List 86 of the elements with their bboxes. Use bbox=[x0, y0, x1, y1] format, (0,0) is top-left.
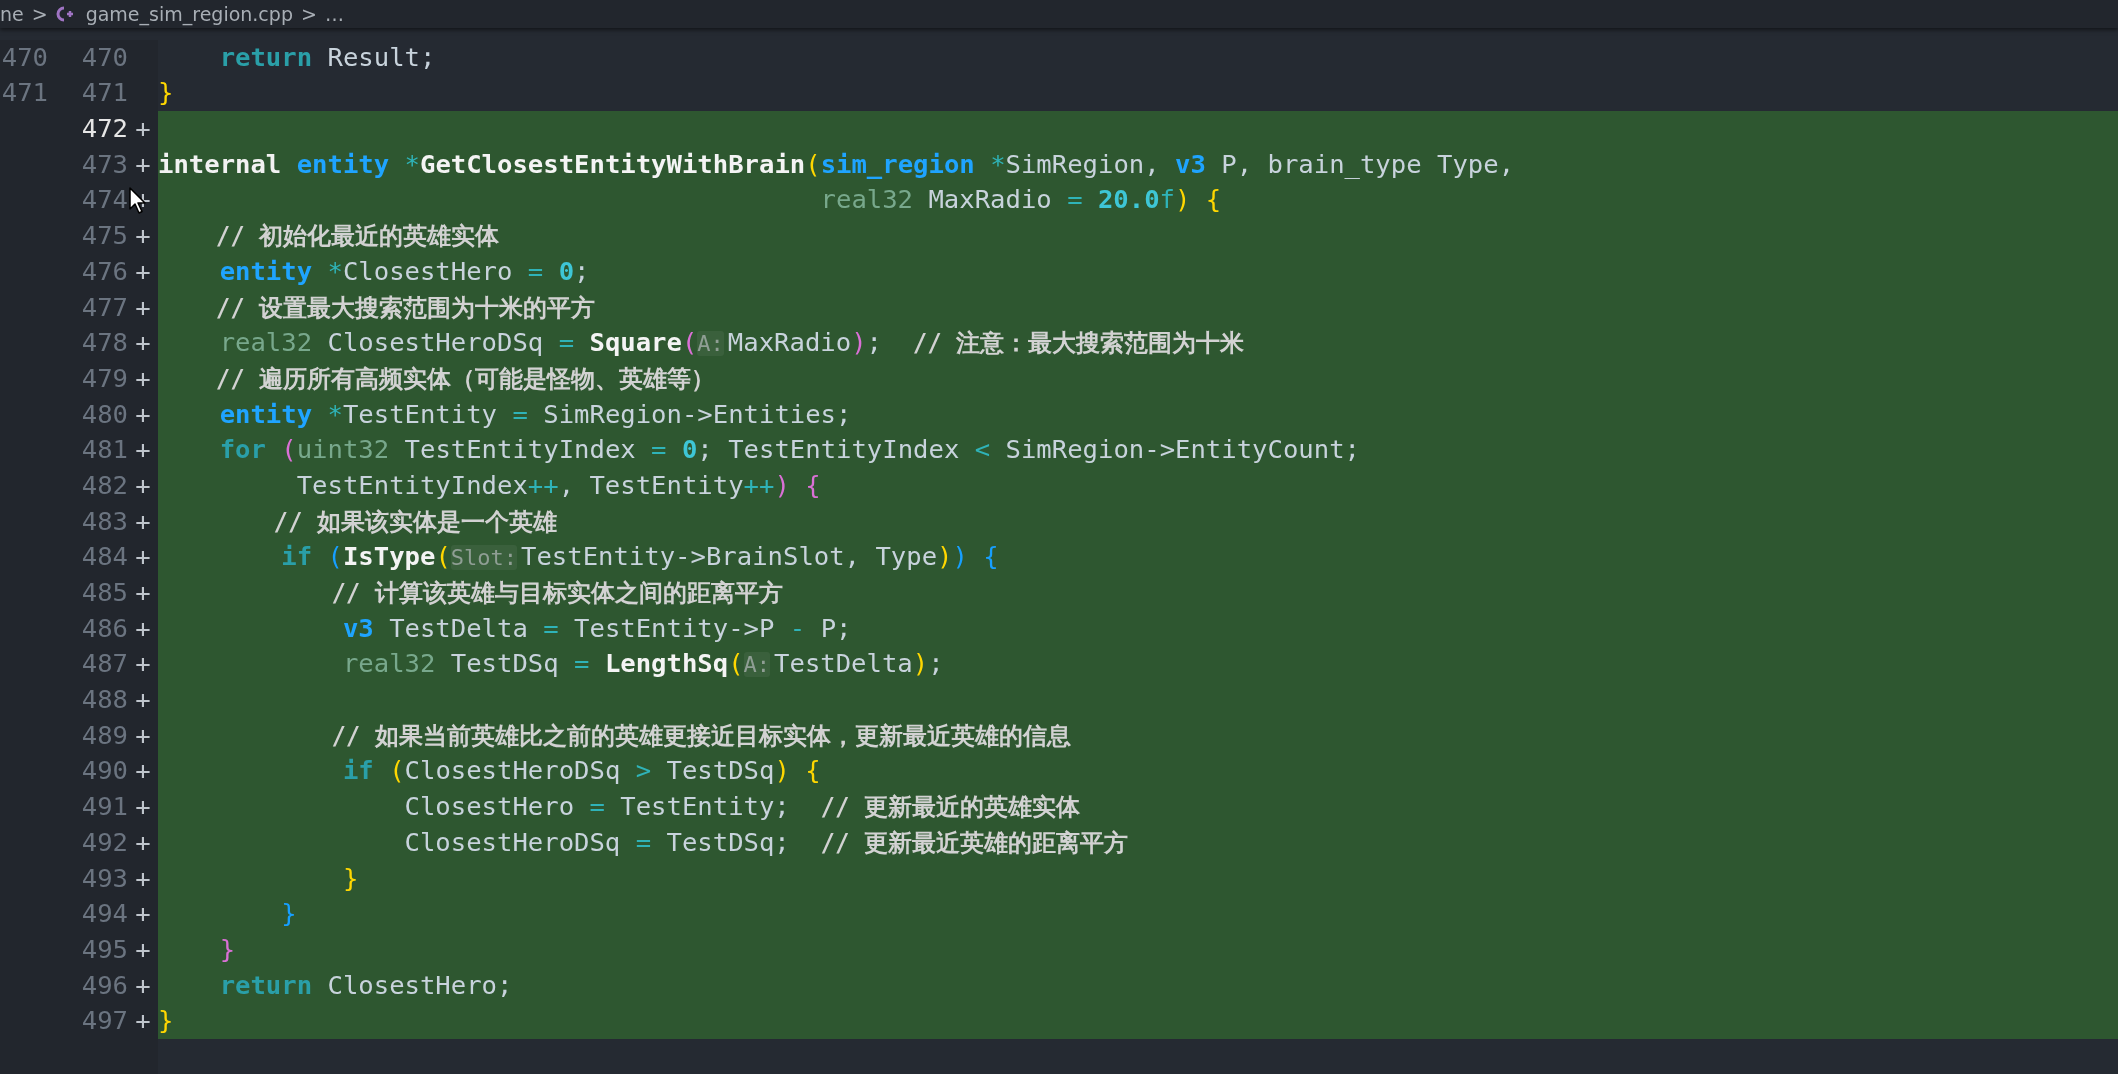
code-line: real32 ClosestHeroDSq = Square(A:MaxRadio); // 注意：最大搜索范围为十米 bbox=[218, 326, 1245, 360]
code-line: } bbox=[158, 1004, 174, 1038]
added-marker: + bbox=[135, 468, 151, 502]
added-marker: + bbox=[135, 290, 151, 324]
added-marker: + bbox=[135, 576, 151, 609]
added-marker: + bbox=[135, 361, 151, 395]
line-number: 479 bbox=[81, 361, 128, 395]
added-marker: + bbox=[135, 504, 151, 538]
added-marker: + bbox=[135, 611, 151, 645]
line-number: 497 bbox=[81, 1004, 128, 1038]
added-marker: + bbox=[135, 433, 151, 467]
breadcrumb-separator: > bbox=[300, 2, 317, 26]
code-line: if (IsType(Slot:TestEntity->BrainSlot, Type)) { bbox=[280, 540, 999, 574]
line-number: 484 bbox=[81, 540, 128, 574]
line-number: 470 bbox=[1, 40, 48, 74]
line-number: 495 bbox=[81, 932, 128, 966]
added-marker: + bbox=[135, 540, 151, 574]
code-line: if (ClosestHeroDSq > TestDSq) { bbox=[341, 754, 821, 788]
line-number: 492 bbox=[81, 825, 128, 859]
added-marker: + bbox=[135, 1004, 151, 1038]
added-marker: + bbox=[135, 147, 151, 181]
code-line: internal entity *GetClosestEntityWithBrain(sim_region *SimRegion, v3 P, brain_type Type, bbox=[158, 147, 1515, 181]
added-marker: + bbox=[135, 754, 151, 788]
code-line: ClosestHeroDSq = TestDSq; // 更新最近英雄的距离平方 bbox=[403, 825, 1128, 859]
code-line: ClosestHero = TestEntity; // 更新最近的英雄实体 bbox=[403, 790, 1080, 824]
code-line: } bbox=[280, 897, 297, 931]
code-line: real32 TestDSq = LengthSq(A:TestDelta); bbox=[341, 647, 944, 681]
line-number: 490 bbox=[81, 754, 128, 788]
line-number: 487 bbox=[81, 647, 128, 681]
line-number: 491 bbox=[81, 790, 128, 824]
line-number: 486 bbox=[81, 611, 128, 645]
line-number: 485 bbox=[81, 576, 128, 609]
added-marker: + bbox=[135, 326, 151, 360]
line-number: 496 bbox=[81, 968, 128, 1002]
line-number: 475 bbox=[81, 219, 128, 253]
added-marker: + bbox=[135, 254, 151, 288]
line-number: 480 bbox=[81, 397, 128, 431]
breadcrumb-item[interactable]: … bbox=[324, 2, 344, 26]
added-marker: + bbox=[135, 861, 151, 895]
code-line: } bbox=[158, 76, 174, 110]
code-line: } bbox=[218, 932, 236, 966]
code-line: entity *ClosestHero = 0; bbox=[218, 254, 590, 288]
line-number: 470 bbox=[81, 40, 128, 74]
added-marker: + bbox=[135, 219, 151, 253]
added-marker: + bbox=[135, 397, 151, 431]
added-marker: + bbox=[135, 825, 151, 859]
added-marker: + bbox=[135, 897, 151, 931]
line-number: 476 bbox=[81, 254, 128, 288]
added-marker: + bbox=[135, 932, 151, 966]
code-line: } bbox=[341, 861, 359, 895]
line-number: 493 bbox=[81, 861, 128, 895]
line-number: 482 bbox=[81, 468, 128, 502]
code-line: entity *TestEntity = SimRegion->Entities; bbox=[218, 397, 852, 431]
code-line: // 计算该英雄与目标实体之间的距离平方 bbox=[330, 578, 783, 609]
added-marker: + bbox=[135, 647, 151, 681]
code-line: return ClosestHero; bbox=[218, 968, 513, 1002]
added-marker: + bbox=[135, 718, 151, 752]
code-line: // 遍历所有高频实体（可能是怪物、英雄等） bbox=[214, 363, 716, 395]
added-marker: + bbox=[135, 112, 151, 146]
code-line: // 如果当前英雄比之前的英雄更接近目标实体，更新最近英雄的信息 bbox=[330, 720, 1071, 752]
code-line: for (uint32 TestEntityIndex = 0; TestEntityIndex < SimRegion->EntityCount; bbox=[218, 433, 1360, 467]
added-marker: + bbox=[135, 968, 151, 1002]
line-number: 489 bbox=[81, 718, 128, 752]
line-number: 481 bbox=[81, 433, 128, 467]
code-line: // 设置最大搜索范围为十米的平方 bbox=[214, 292, 596, 324]
line-number: 483 bbox=[81, 504, 128, 538]
code-line: TestEntityIndex++, TestEntity++) { bbox=[295, 468, 821, 502]
code-line: // 如果该实体是一个英雄 bbox=[272, 506, 557, 538]
line-number: 473 bbox=[81, 147, 128, 181]
code-line: v3 TestDelta = TestEntity->P - P; bbox=[341, 611, 852, 645]
code-line: return Result; bbox=[218, 40, 436, 74]
line-number: 471 bbox=[81, 76, 128, 110]
line-number: 488 bbox=[81, 683, 128, 717]
line-number: 478 bbox=[81, 326, 128, 360]
code-line: // 初始化最近的英雄实体 bbox=[214, 221, 500, 253]
line-number: 494 bbox=[81, 897, 128, 931]
added-marker: + bbox=[135, 683, 151, 717]
line-number: 474 bbox=[81, 183, 128, 217]
added-marker: + bbox=[135, 790, 151, 824]
line-number: 477 bbox=[81, 290, 128, 324]
code-line: real32 MaxRadio = 20.0f) { bbox=[819, 183, 1222, 217]
line-number: 471 bbox=[1, 76, 48, 110]
breadcrumb-separator: > bbox=[31, 2, 48, 26]
breadcrumb-item[interactable]: game_sim_region.cpp bbox=[85, 2, 293, 26]
breadcrumb-item[interactable]: ne bbox=[0, 2, 24, 26]
line-number: 472 bbox=[81, 112, 128, 146]
